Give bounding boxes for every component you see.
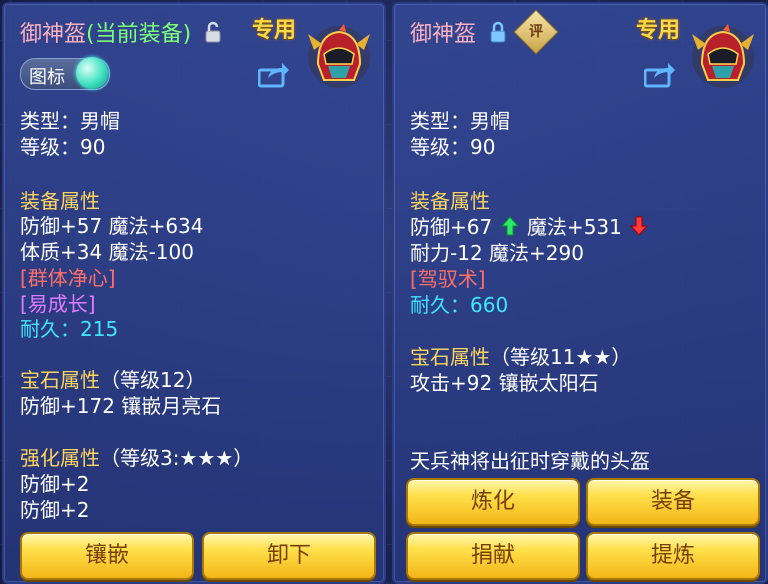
appraise-badge[interactable]: 评	[513, 9, 559, 55]
share-icon[interactable]	[643, 62, 676, 88]
enhance-line: 防御+2	[20, 472, 90, 496]
gem-attribute-header: 宝石属性（等级12）	[20, 367, 205, 393]
current-item-panel: 御神盔(当前装备) 专用 图标 类型：男帽 等级：90 装备属性 防御+57 魔…	[2, 2, 386, 584]
arrow-up-icon	[500, 215, 519, 242]
special-skill: [群体净心]	[20, 266, 116, 290]
enhance-level: （等级3:★★★）	[100, 446, 254, 470]
extract-button[interactable]: 提炼	[586, 532, 760, 580]
arrow-down-icon	[630, 216, 649, 242]
helmet-icon	[690, 24, 756, 90]
item-type: 类型：男帽	[410, 109, 510, 133]
special-skill: [驾驭术]	[410, 267, 486, 291]
item-title: 御神盔	[410, 16, 507, 49]
enhance-attribute-header: 强化属性（等级3:★★★）	[20, 445, 253, 471]
inlay-button[interactable]: 镶嵌	[20, 532, 194, 580]
enhance-title: 强化属性	[20, 446, 100, 470]
equipped-tag: (当前装备)	[86, 22, 192, 47]
item-level: 等级：90	[20, 135, 106, 159]
gem-line: 防御+172 镶嵌月亮石	[20, 394, 222, 418]
equip-button[interactable]: 装备	[586, 478, 760, 526]
toggle-knob	[76, 57, 108, 89]
item-name: 御神盔	[410, 22, 477, 47]
attribute-line: 体质+34 魔法-100	[20, 240, 194, 264]
attribute-title: 装备属性	[20, 189, 100, 213]
attribute-line: 耐力-12 魔法+290	[410, 241, 584, 265]
compare-item-panel: 御神盔 评 专用 类型：男帽 等级：90 装备属性 防御+67 魔法+531 耐…	[392, 2, 768, 584]
special-tag: 专用	[252, 18, 297, 43]
attribute-line: 防御+57 魔法+634	[20, 214, 204, 238]
item-description: 天兵神将出征时穿戴的头盔	[410, 449, 650, 473]
attribute-line: 防御+67 魔法+531	[410, 214, 650, 242]
item-title: 御神盔(当前装备)	[20, 16, 222, 49]
appraise-label: 评	[529, 24, 543, 40]
helmet-icon	[306, 24, 372, 90]
gem-attribute-header: 宝石属性（等级11★★）	[410, 344, 631, 370]
gem-level: （等级12）	[100, 368, 206, 392]
icon-toggle-label: 图标	[29, 67, 65, 88]
item-name: 御神盔	[20, 22, 87, 47]
special-trait: [易成长]	[20, 292, 96, 316]
durability: 耐久：660	[410, 293, 509, 317]
donate-button[interactable]: 捐献	[406, 532, 580, 580]
gem-level: （等级11★★）	[490, 345, 632, 369]
icon-toggle[interactable]: 图标	[20, 57, 110, 90]
item-level: 等级：90	[410, 135, 496, 159]
special-tag: 专用	[636, 18, 681, 43]
lock-open-icon[interactable]	[204, 21, 222, 49]
gem-title: 宝石属性	[410, 345, 490, 369]
share-icon[interactable]	[257, 62, 290, 88]
lock-closed-icon[interactable]	[489, 21, 507, 49]
gem-line: 攻击+92 镶嵌太阳石	[410, 371, 599, 395]
durability: 耐久：215	[20, 317, 119, 341]
enhance-line: 防御+2	[20, 498, 90, 522]
gem-title: 宝石属性	[20, 368, 100, 392]
unequip-button[interactable]: 卸下	[202, 532, 376, 580]
refine-button[interactable]: 炼化	[406, 478, 580, 526]
attribute-title: 装备属性	[410, 189, 490, 213]
item-type: 类型：男帽	[20, 109, 120, 133]
attr-defense: 防御+67	[410, 215, 493, 239]
attr-magic: 魔法+531	[526, 215, 622, 239]
